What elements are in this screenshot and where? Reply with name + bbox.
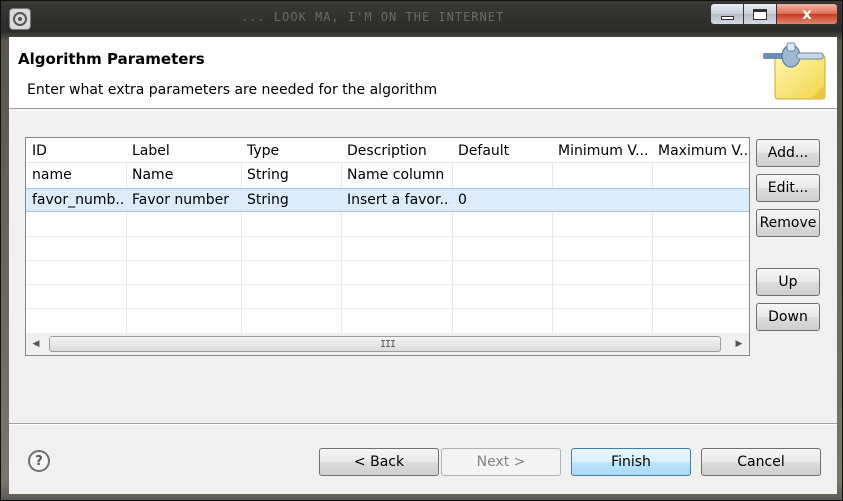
column-header-maximum[interactable]: Maximum V... <box>658 143 749 159</box>
row-divider <box>26 260 749 261</box>
maximize-icon <box>753 8 767 20</box>
close-button[interactable]: x <box>776 3 838 25</box>
dialog-window: ... LOOK MA, I'M ON THE INTERNET x Algor… <box>0 0 843 501</box>
column-header-description[interactable]: Description <box>347 143 450 159</box>
up-button[interactable]: Up <box>756 268 820 296</box>
column-header-default[interactable]: Default <box>458 143 550 159</box>
cell-label: Favor number <box>132 192 230 208</box>
column-header-type[interactable]: Type <box>247 143 339 159</box>
page-title: Algorithm Parameters <box>18 50 205 68</box>
footer-divider <box>9 423 837 425</box>
column-header-id[interactable]: ID <box>32 143 124 159</box>
cell-id: name <box>32 167 72 183</box>
cell-type: String <box>247 167 289 183</box>
minimize-icon <box>720 16 734 20</box>
cell-description: Insert a favor... <box>347 192 450 208</box>
dialog-client: Algorithm Parameters Enter what extra pa… <box>9 37 837 494</box>
cell-id: favor_numb... <box>32 192 124 208</box>
window-title: ... LOOK MA, I'M ON THE INTERNET <box>241 10 505 24</box>
row-divider <box>26 308 749 309</box>
row-divider <box>26 236 749 237</box>
add-button[interactable]: Add... <box>756 139 820 167</box>
page-description: Enter what extra parameters are needed f… <box>27 82 438 98</box>
down-button[interactable]: Down <box>756 303 820 331</box>
row-divider <box>26 284 749 285</box>
column-header-minimum[interactable]: Minimum V... <box>558 143 650 159</box>
cancel-button[interactable]: Cancel <box>701 448 821 476</box>
edit-button[interactable]: Edit... <box>756 174 820 202</box>
help-icon[interactable]: ? <box>28 450 50 472</box>
wizard-header: Algorithm Parameters Enter what extra pa… <box>9 37 837 109</box>
scroll-left-icon[interactable]: ◀ <box>26 333 46 355</box>
column-header-label[interactable]: Label <box>132 143 238 159</box>
back-button[interactable]: < Back <box>319 448 439 476</box>
window-controls: x <box>710 3 839 25</box>
finish-button[interactable]: Finish <box>571 448 691 476</box>
cell-description: Name column <box>347 167 445 183</box>
table-row-selected[interactable]: favor_numb... Favor number String Insert… <box>26 188 749 212</box>
next-button[interactable]: Next > <box>441 448 561 476</box>
grip-icon: III <box>380 339 396 350</box>
maximize-button[interactable] <box>743 3 777 25</box>
horizontal-scrollbar[interactable]: ◀ III ▶ <box>26 333 749 355</box>
parameters-table[interactable]: ID Label Type Description Default Minimu… <box>25 137 750 356</box>
cell-type: String <box>247 192 289 208</box>
table-row[interactable]: name Name String Name column <box>26 164 749 188</box>
eclipse-app-icon[interactable] <box>9 8 31 30</box>
header-divider <box>9 110 837 111</box>
title-bar: ... LOOK MA, I'M ON THE INTERNET x <box>1 1 843 37</box>
plugin-banner-icon <box>761 41 835 103</box>
cell-label: Name <box>132 167 174 183</box>
cell-default: 0 <box>458 192 467 208</box>
close-icon: x <box>802 5 812 23</box>
scroll-right-icon[interactable]: ▶ <box>729 333 749 355</box>
minimize-button[interactable] <box>710 3 744 25</box>
table-header: ID Label Type Description Default Minimu… <box>26 138 749 163</box>
scrollbar-thumb[interactable]: III <box>49 336 721 352</box>
remove-button[interactable]: Remove <box>756 209 820 237</box>
